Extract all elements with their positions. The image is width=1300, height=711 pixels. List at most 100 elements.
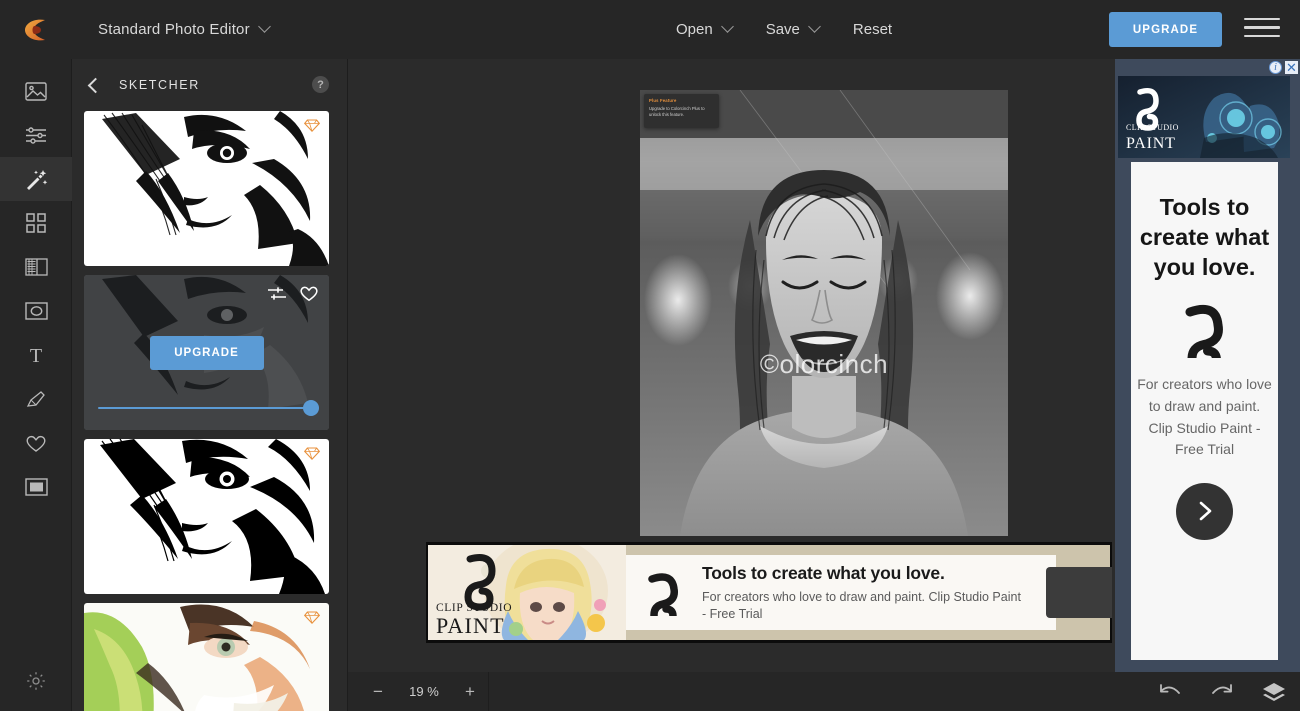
heart-icon[interactable] — [299, 285, 319, 307]
chevron-down-icon — [257, 20, 271, 33]
sidebar-item-frames[interactable] — [0, 465, 72, 509]
menu-reset-label: Reset — [852, 21, 893, 38]
text-icon: T — [26, 345, 46, 365]
redo-icon[interactable] — [1210, 682, 1234, 702]
divider — [488, 672, 489, 711]
svg-text:PAINT: PAINT — [436, 613, 505, 638]
brush-icon — [25, 389, 47, 409]
svg-text:T: T — [30, 345, 42, 365]
diamond-icon — [303, 119, 321, 133]
right-ad-panel[interactable]: i ✕ CLIP STUDIO PAINT Tools to create wh… — [1115, 59, 1300, 672]
style-thumbnail-list: UPGRADE — [72, 111, 347, 711]
menu-open[interactable]: Open — [676, 20, 734, 38]
chevron-left-icon[interactable] — [87, 77, 104, 93]
heart-icon — [25, 434, 47, 453]
watermark: ©olorcinch — [759, 349, 889, 379]
bottom-ad-inner: CLIP STUDIO PAINT Tools to create what y… — [428, 545, 1112, 640]
photo-editor-app: Standard Photo Editor Open Save Reset UP… — [0, 0, 1300, 711]
menu-save-label: Save — [765, 21, 800, 38]
plus-feature-tooltip: Plus Feature Upgrade to Colorcinch Plus … — [644, 94, 719, 128]
zoom-level-value: 19 % — [409, 684, 439, 699]
menu-open-label: Open — [676, 21, 713, 38]
diamond-icon — [303, 611, 321, 625]
slider-track — [98, 407, 319, 409]
sidebar-item-artsy[interactable] — [0, 201, 72, 245]
sidebar-item-draw[interactable] — [0, 377, 72, 421]
undo-icon[interactable] — [1158, 682, 1182, 702]
clip-studio-paint-icon — [1131, 300, 1278, 359]
sidebar-item-mask[interactable] — [0, 289, 72, 333]
effects-panel: SKETCHER ? UPGRADE — [72, 59, 348, 711]
right-ad-controls: i ✕ — [1269, 61, 1298, 75]
bottom-ad-artwork: CLIP STUDIO PAINT — [428, 545, 626, 640]
zoom-in-button[interactable]: + — [452, 672, 488, 711]
tool-rail: T — [0, 59, 72, 711]
hamburger-menu-icon[interactable] — [1244, 18, 1280, 42]
question-mark-icon[interactable]: ? — [312, 76, 329, 93]
sketch-preview-3 — [84, 439, 329, 594]
bottom-ad-body: For creators who love to draw and paint.… — [702, 589, 1021, 621]
chevron-down-icon — [720, 20, 734, 33]
table-row[interactable] — [84, 439, 329, 594]
sidebar-item-favorites[interactable] — [0, 421, 72, 465]
page-title: Standard Photo Editor — [98, 21, 250, 38]
frame-icon — [24, 478, 48, 496]
bottom-ad-banner[interactable]: CLIP STUDIO PAINT Tools to create what y… — [426, 542, 1112, 643]
sketch-preview-4 — [84, 603, 329, 711]
sidebar-item-photo[interactable] — [0, 69, 72, 113]
sliders-icon[interactable] — [267, 285, 287, 307]
svg-text:CLIP STUDIO: CLIP STUDIO — [1126, 123, 1179, 132]
menu-reset[interactable]: Reset — [853, 21, 892, 38]
info-icon[interactable]: i — [1269, 61, 1282, 74]
sidebar-item-effects[interactable] — [0, 157, 72, 201]
bottom-ad-text: Tools to create what you love. For creat… — [692, 563, 1022, 623]
right-ad-hero: CLIP STUDIO PAINT — [1118, 76, 1290, 158]
chevron-down-icon — [808, 20, 821, 33]
table-row[interactable] — [84, 111, 329, 266]
gear-icon — [26, 671, 46, 691]
svg-text:PAINT: PAINT — [1126, 135, 1176, 152]
sidebar-item-overlays[interactable] — [0, 245, 72, 289]
layers-icon[interactable] — [1262, 681, 1286, 703]
zoom-out-button[interactable]: − — [360, 672, 396, 711]
table-row[interactable]: UPGRADE — [84, 275, 329, 430]
sidebar-item-adjust[interactable] — [0, 113, 72, 157]
sketch-preview-1 — [84, 111, 329, 266]
history-controls — [1158, 672, 1286, 711]
grid-apps-icon — [26, 213, 46, 233]
main-menu: Open Save Reset — [676, 0, 892, 59]
menu-save[interactable]: Save — [765, 20, 821, 38]
bottom-ad-headline: Tools to create what you love. — [702, 562, 945, 583]
colorcinch-logo-icon[interactable] — [0, 0, 72, 59]
bottom-ad-cta[interactable]: 0 — [1046, 567, 1112, 618]
right-ad-headline: Tools to create what you love. — [1139, 194, 1270, 281]
image-icon — [25, 81, 47, 101]
upgrade-button[interactable]: UPGRADE — [1109, 12, 1222, 47]
sliders-icon — [25, 126, 47, 145]
rail-footer — [0, 659, 72, 703]
bottom-ad-card: Tools to create what you love. For creat… — [626, 555, 1056, 630]
thumb-upgrade-button[interactable]: UPGRADE — [149, 335, 264, 370]
chevron-right-icon[interactable] — [1176, 482, 1233, 540]
app-title-dropdown[interactable]: Standard Photo Editor — [72, 20, 271, 38]
close-icon[interactable]: ✕ — [1285, 61, 1298, 74]
right-ad-body: Tools to create what you love. For creat… — [1131, 162, 1278, 660]
slider-knob[interactable] — [303, 400, 319, 416]
thumb-tools — [267, 285, 319, 307]
bottom-toolbar: − 19 % + — [348, 672, 1300, 711]
plus-feature-title: Plus Feature — [649, 98, 677, 103]
table-row[interactable] — [84, 603, 329, 711]
vignette-icon — [24, 302, 48, 320]
panel-header: SKETCHER ? — [72, 59, 347, 111]
plus-feature-body: Upgrade to Colorcinch Plus to unlock thi… — [649, 106, 705, 118]
sidebar-item-text[interactable]: T — [0, 333, 72, 377]
diamond-icon — [303, 447, 321, 461]
canvas-image[interactable]: Plus Feature Upgrade to Colorcinch Plus … — [640, 90, 1008, 536]
right-ad-text: For creators who love to draw and paint.… — [1137, 376, 1272, 458]
panel-title: SKETCHER — [119, 78, 200, 92]
sidebar-item-settings[interactable] — [0, 659, 72, 703]
intensity-slider[interactable] — [98, 400, 319, 416]
top-toolbar: Standard Photo Editor Open Save Reset UP… — [0, 0, 1300, 59]
zoom-controls: − 19 % + — [348, 672, 488, 711]
magic-wand-icon — [25, 169, 48, 190]
